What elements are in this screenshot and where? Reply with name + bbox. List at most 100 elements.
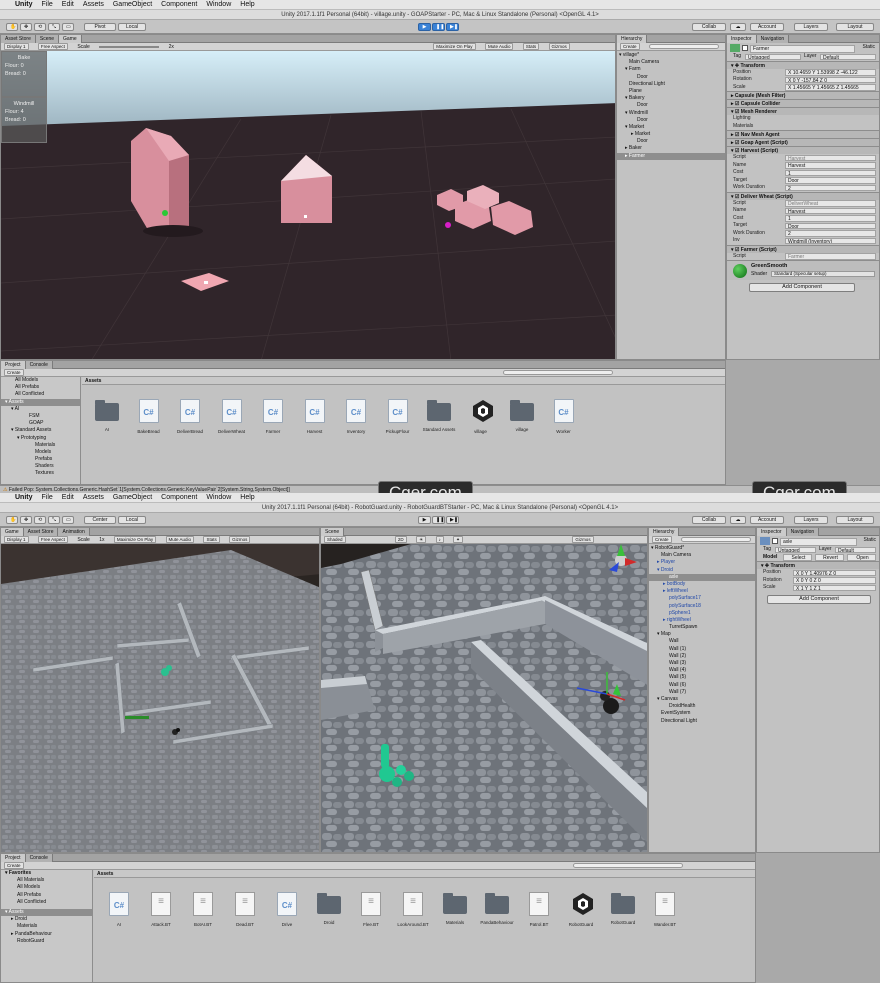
component-farmer[interactable]: ▾ ☑ Farmer (Script) <box>727 244 879 253</box>
lighting-foldout[interactable]: Lighting <box>727 115 879 123</box>
game-viewport[interactable] <box>1 544 319 852</box>
target-field[interactable]: Door <box>785 222 876 229</box>
hierarchy-item[interactable]: polySurface18 <box>649 603 755 610</box>
step-button[interactable]: ▶❚ <box>446 516 459 524</box>
layout-dropdown[interactable]: Layout <box>836 516 874 524</box>
hierarchy-item[interactable]: ▸ Player <box>649 559 755 566</box>
move-tool-button[interactable]: ✥ <box>20 516 32 524</box>
model-open-button[interactable]: Open <box>847 554 876 561</box>
hierarchy-item[interactable]: ▾ Market <box>617 124 725 131</box>
tab-navigation[interactable]: Navigation <box>756 35 790 43</box>
active-checkbox[interactable] <box>742 45 748 51</box>
asset-item[interactable]: Standard Assets <box>422 399 456 432</box>
hierarchy-item[interactable]: Wall (1) <box>649 646 755 653</box>
audio-toggle-icon[interactable]: ♪ <box>435 536 444 543</box>
tab-inspector[interactable]: Inspector <box>727 35 757 43</box>
rect-tool-button[interactable]: ▭ <box>62 23 74 31</box>
hierarchy-item[interactable]: pSphere1 <box>649 610 755 617</box>
tab-game[interactable]: Game <box>1 528 24 536</box>
scale-tool-button[interactable]: ⤡ <box>48 23 60 31</box>
tree-item-favorites[interactable]: ▾ Favorites <box>1 870 92 877</box>
tab-navigation[interactable]: Navigation <box>786 528 820 536</box>
menu-assets[interactable]: Assets <box>83 1 104 8</box>
hierarchy-item[interactable]: ▾ Canvas <box>649 696 755 703</box>
tab-console[interactable]: Console <box>25 854 53 862</box>
cloud-icon[interactable]: ☁ <box>730 516 746 524</box>
step-button[interactable]: ▶❚ <box>446 23 459 31</box>
menu-unity[interactable]: Unity <box>15 1 33 8</box>
asset-item[interactable]: village <box>464 399 498 434</box>
asset-item[interactable]: PickupFlour <box>381 399 415 434</box>
menu-file[interactable]: File <box>42 1 53 8</box>
hierarchy-create-button[interactable]: Create <box>652 536 672 543</box>
tab-project[interactable]: Project <box>1 361 26 369</box>
asset-item[interactable]: PandaBehaviour <box>480 892 514 925</box>
pivot-toggle[interactable]: Center <box>84 516 116 524</box>
component-mesh-filter[interactable]: ▸ Capsule (Mesh Filter) <box>727 91 879 99</box>
scale-tool-button[interactable]: ⤡ <box>48 516 60 524</box>
layers-dropdown[interactable]: Layers <box>794 516 828 524</box>
hierarchy-item[interactable]: Wall <box>649 638 755 645</box>
move-tool-button[interactable]: ✥ <box>20 23 32 31</box>
hierarchy-search-input[interactable] <box>680 537 751 543</box>
stats-toggle[interactable]: Stats <box>203 536 220 543</box>
asset-item[interactable]: Harvest <box>298 399 332 434</box>
hierarchy-item[interactable]: ▸ Market <box>617 131 725 138</box>
gizmos-dropdown[interactable]: Gizmos <box>229 536 251 543</box>
static-checkbox[interactable]: Static <box>860 537 879 546</box>
tab-hierarchy[interactable]: Hierarchy <box>649 528 680 536</box>
account-dropdown[interactable]: Account <box>750 516 784 524</box>
tree-item[interactable]: GOAP <box>1 420 80 427</box>
asset-item[interactable]: Patrol.BT <box>522 892 556 927</box>
rotation-fields[interactable]: X 0 Y -157.84 Z 0 <box>785 76 876 83</box>
hierarchy-item[interactable]: Wall (3) <box>649 660 755 667</box>
hierarchy-item[interactable]: DroidHealth <box>649 703 755 710</box>
hand-tool-button[interactable]: ✋ <box>6 23 18 31</box>
asset-item[interactable]: Attack.BT <box>144 892 178 927</box>
tab-scene[interactable]: Scene <box>35 35 60 43</box>
tree-item[interactable]: Prefabs <box>1 456 80 463</box>
hierarchy-item-selected[interactable]: ▸ Farmer <box>617 152 725 160</box>
asset-item[interactable]: BakeBread <box>132 399 166 434</box>
tab-hierarchy[interactable]: Hierarchy <box>617 35 648 43</box>
hierarchy-item-village[interactable]: ▾ village* <box>617 52 725 59</box>
project-breadcrumb[interactable]: Assets <box>94 870 755 878</box>
hierarchy-item[interactable]: ▾ RobotGuard* <box>649 545 755 552</box>
project-create-button[interactable]: Create <box>4 862 24 869</box>
asset-item[interactable]: Inventory <box>339 399 373 434</box>
component-nav-mesh-agent[interactable]: ▸ ☑ Nav Mesh Agent <box>727 130 879 138</box>
local-toggle[interactable]: Local <box>118 516 146 524</box>
component-goap-agent[interactable]: ▸ ☑ Goap Agent (Script) <box>727 138 879 146</box>
scene-viewport[interactable] <box>321 544 647 852</box>
hierarchy-search-input[interactable] <box>648 44 719 50</box>
asset-item[interactable]: BotAI.BT <box>186 892 220 927</box>
project-breadcrumb[interactable]: Assets <box>82 377 725 385</box>
position-fields[interactable]: X 0 Y 1.40976 Z 0 <box>793 569 876 576</box>
shader-dropdown[interactable]: Standard (Specular setup) <box>771 271 875 277</box>
object-name-field[interactable]: Farmer <box>750 44 856 53</box>
position-fields[interactable]: X 10.4659 Y 1.53998 Z -46.122 <box>785 69 876 76</box>
hierarchy-item[interactable]: Main Camera <box>617 59 725 66</box>
2d-toggle[interactable]: 2D <box>394 536 407 543</box>
menu-edit[interactable]: Edit <box>62 1 74 8</box>
hierarchy-item[interactable]: Wall (4) <box>649 667 755 674</box>
hierarchy-item[interactable]: ▾ Droid <box>649 567 755 574</box>
layer-dropdown[interactable]: Default <box>835 546 876 553</box>
layout-dropdown[interactable]: Layout <box>836 23 874 31</box>
menu-edit[interactable]: Edit <box>62 494 74 501</box>
tab-asset-store[interactable]: Asset Store <box>23 528 59 536</box>
tree-item[interactable]: Shaders <box>1 463 80 470</box>
display-dropdown[interactable]: Display 1 <box>4 43 29 50</box>
tab-inspector[interactable]: Inspector <box>757 528 787 536</box>
transform-header[interactable]: ▾ ✚ Transform <box>757 561 879 569</box>
tree-item[interactable]: All Conflicted <box>1 899 92 906</box>
hierarchy-item[interactable]: ▾ Windmill <box>617 110 725 117</box>
tab-console[interactable]: Console <box>25 361 53 369</box>
tree-item[interactable]: All Models <box>1 884 92 891</box>
display-dropdown[interactable]: Display 1 <box>4 536 29 543</box>
asset-item[interactable]: Droid <box>312 892 346 925</box>
asset-item[interactable]: Dead.BT <box>228 892 262 927</box>
asset-item[interactable]: DeliverBread <box>173 399 207 434</box>
hierarchy-item[interactable]: Main Camera <box>649 552 755 559</box>
asset-item[interactable]: Flee.BT <box>354 892 388 927</box>
